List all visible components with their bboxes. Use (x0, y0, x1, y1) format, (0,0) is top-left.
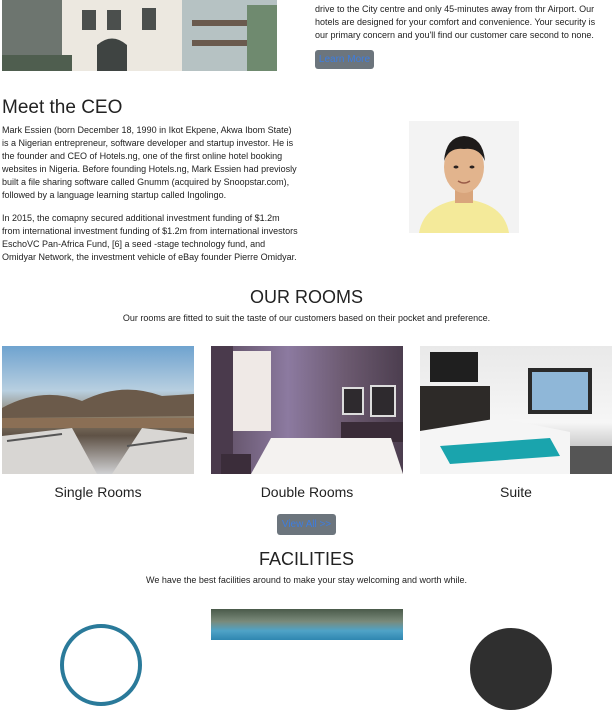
double-room-illustration (211, 346, 403, 474)
suite-illustration (420, 352, 612, 474)
facilities-heading: FACILITIES (258, 549, 355, 569)
single-room-illustration (2, 389, 194, 474)
rooms-heading: OUR ROOMS (249, 287, 363, 307)
rooms-subtitle: Our rooms are fitted to suit the taste o… (122, 313, 491, 323)
ceo-portrait-illustration (419, 136, 509, 233)
ceo-paragraph-2: In 2015, the comapny secured additional … (2, 213, 298, 262)
double-room-photo[interactable] (211, 346, 403, 474)
single-room-photo[interactable] (2, 346, 194, 474)
about-text: drive to the City centre and only 45-min… (315, 4, 596, 40)
facility-pool-photo[interactable] (211, 609, 403, 640)
hotel-exterior-illustration (2, 0, 277, 71)
room-label-suite: Suite (500, 484, 532, 500)
facilities-subtitle: We have the best facilities around to ma… (146, 575, 467, 585)
facility-icon-right (470, 628, 552, 710)
ceo-paragraph-1: Mark Essien (born December 18, 1990 in I… (2, 125, 297, 200)
facility-icon-left (60, 624, 142, 706)
learn-more-button[interactable]: Learn More (315, 50, 374, 69)
room-label-double: Double Rooms (260, 484, 354, 500)
ceo-heading: Meet the CEO (2, 97, 123, 118)
ceo-portrait (409, 121, 519, 233)
room-label-single: Single Rooms (54, 484, 142, 500)
hotel-exterior-photo (2, 0, 277, 71)
suite-photo[interactable] (420, 346, 612, 474)
view-all-button[interactable]: View All >> (277, 514, 336, 535)
